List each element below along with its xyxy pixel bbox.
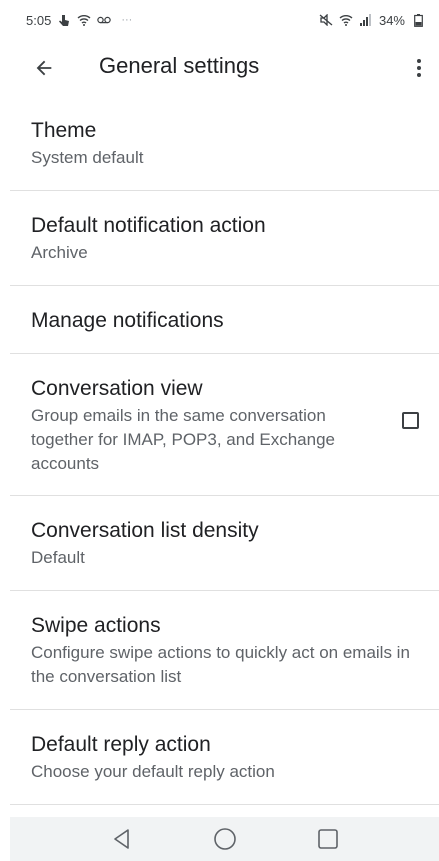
- setting-title: Swipe actions: [31, 614, 161, 637]
- overflow-menu-button[interactable]: [409, 54, 429, 82]
- touch-icon: [57, 13, 71, 27]
- setting-title: Default notification action: [31, 214, 266, 237]
- setting-default-reply-action[interactable]: Default reply action Choose your default…: [10, 710, 439, 805]
- more-vert-icon: [417, 59, 421, 77]
- setting-conversation-view[interactable]: Conversation view Group emails in the sa…: [10, 354, 439, 496]
- wifi-icon: [339, 13, 353, 27]
- battery-percent: 34%: [378, 12, 405, 28]
- nav-recents-button[interactable]: [308, 819, 348, 859]
- setting-subtitle: Default: [31, 548, 85, 567]
- setting-subtitle: Choose your default reply action: [31, 762, 275, 781]
- status-bar: 5:05 ··· 34%: [0, 0, 439, 40]
- page-title: General settings: [99, 53, 260, 78]
- setting-subtitle: Group emails in the same conversation to…: [31, 406, 335, 473]
- status-left: 5:05 ···: [26, 13, 132, 28]
- setting-default-notification-action[interactable]: Default notification action Archive: [10, 191, 439, 286]
- back-triangle-icon: [113, 829, 129, 849]
- setting-title: Conversation view: [31, 377, 203, 400]
- status-time: 5:05: [26, 12, 52, 28]
- system-nav-bar: [10, 817, 439, 861]
- recents-square-icon: [317, 829, 338, 849]
- conversation-view-checkbox[interactable]: [402, 412, 419, 429]
- wifi-call-icon: [77, 13, 91, 27]
- setting-subtitle: Configure swipe actions to quickly act o…: [31, 643, 410, 686]
- battery-icon: [411, 13, 425, 27]
- setting-title: Manage notifications: [31, 309, 224, 332]
- voicemail-icon: [97, 13, 112, 27]
- settings-list: Theme System default Default notificatio…: [0, 96, 439, 805]
- signal-icon: [359, 13, 373, 27]
- setting-swipe-actions[interactable]: Swipe actions Configure swipe actions to…: [10, 591, 439, 710]
- setting-title: Conversation list density: [31, 519, 259, 542]
- app-bar: General settings: [0, 40, 439, 96]
- more-notifications-icon: ···: [121, 14, 133, 26]
- nav-back-button[interactable]: [102, 819, 142, 859]
- setting-title: Default reply action: [31, 733, 211, 756]
- setting-theme[interactable]: Theme System default: [10, 96, 439, 191]
- mute-icon: [319, 13, 333, 27]
- setting-subtitle: System default: [31, 148, 144, 167]
- back-button[interactable]: [30, 54, 58, 82]
- status-right: 34%: [319, 13, 425, 28]
- setting-subtitle: Archive: [31, 243, 88, 262]
- setting-title: Theme: [31, 119, 97, 142]
- nav-home-button[interactable]: [205, 819, 245, 859]
- setting-conversation-list-density[interactable]: Conversation list density Default: [10, 496, 439, 591]
- home-circle-icon: [213, 828, 236, 850]
- setting-manage-notifications[interactable]: Manage notifications: [10, 286, 439, 354]
- arrow-back-icon: [36, 60, 52, 76]
